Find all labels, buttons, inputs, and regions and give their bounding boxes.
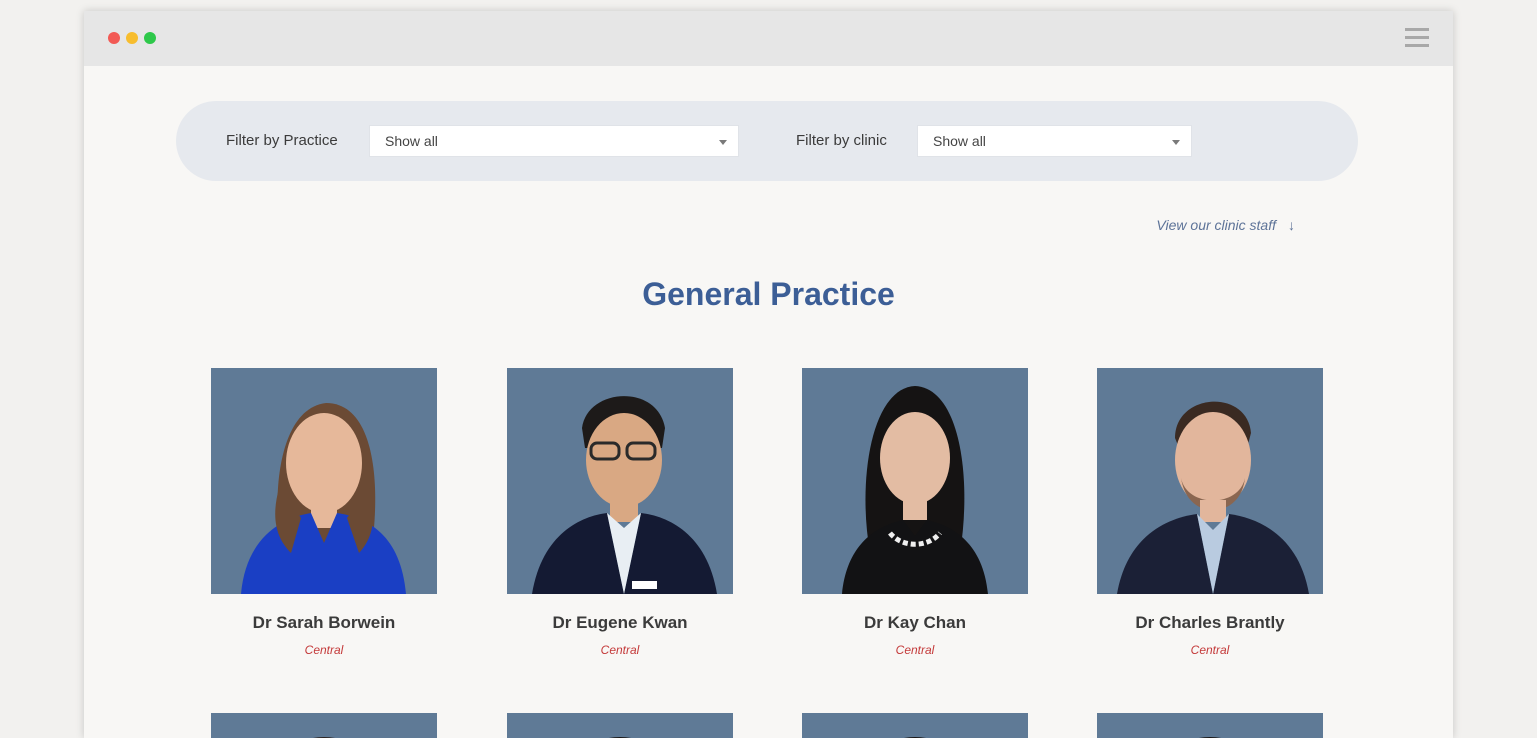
doctor-name[interactable]: Dr Kay Chan xyxy=(772,613,1058,633)
doctor-location: Central xyxy=(1190,643,1230,657)
doctor-photo-partial[interactable] xyxy=(507,713,733,738)
arrow-down-icon: ↓ xyxy=(1288,217,1295,233)
practice-filter-value: Show all xyxy=(385,133,438,149)
clinic-filter-value: Show all xyxy=(933,133,986,149)
doctor-location: Central xyxy=(600,643,640,657)
practice-filter-select[interactable]: Show all xyxy=(369,125,739,157)
doctor-photo[interactable] xyxy=(1097,368,1323,594)
filter-bar: Filter by Practice Show all Filter by cl… xyxy=(176,101,1358,181)
doctor-location: Central xyxy=(304,643,344,657)
chevron-down-icon xyxy=(1172,140,1180,145)
doctor-photo[interactable] xyxy=(211,368,437,594)
close-window-icon[interactable] xyxy=(108,32,120,44)
maximize-window-icon[interactable] xyxy=(144,32,156,44)
doctor-photo[interactable] xyxy=(507,368,733,594)
minimize-window-icon[interactable] xyxy=(126,32,138,44)
doctor-name[interactable]: Dr Sarah Borwein xyxy=(181,613,467,633)
clinic-filter-label: Filter by clinic xyxy=(796,132,887,149)
doctor-location: Central xyxy=(895,643,935,657)
doctor-name[interactable]: Dr Eugene Kwan xyxy=(477,613,763,633)
window-titlebar xyxy=(84,11,1453,66)
doctor-name[interactable]: Dr Charles Brantly xyxy=(1067,613,1353,633)
practice-filter-label: Filter by Practice xyxy=(226,132,338,149)
browser-window: Filter by Practice Show all Filter by cl… xyxy=(84,11,1453,738)
view-clinic-staff-label: View our clinic staff xyxy=(1156,217,1276,233)
chevron-down-icon xyxy=(719,140,727,145)
view-clinic-staff-link[interactable]: View our clinic staff ↓ xyxy=(1156,217,1295,233)
clinic-filter-select[interactable]: Show all xyxy=(917,125,1192,157)
hamburger-menu-icon[interactable] xyxy=(1405,27,1429,49)
doctor-photo-partial[interactable] xyxy=(211,713,437,738)
doctor-photo-partial[interactable] xyxy=(1097,713,1323,738)
doctor-photo[interactable] xyxy=(802,368,1028,594)
section-title: General Practice xyxy=(642,276,895,312)
doctor-photo-partial[interactable] xyxy=(802,713,1028,738)
